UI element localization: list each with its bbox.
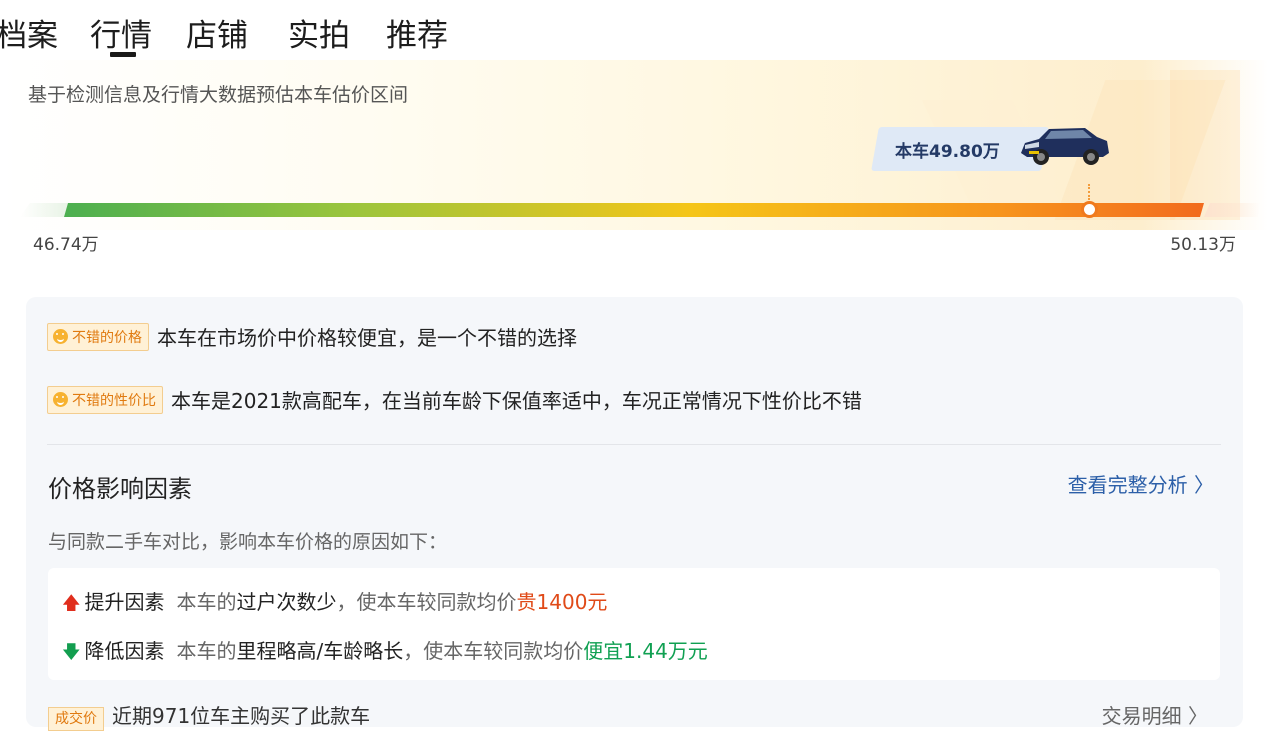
arrow-down-icon: 🡇 — [62, 642, 81, 663]
car-photo-icon — [1021, 128, 1109, 165]
deal-details-link[interactable]: 交易明细 〉 — [1102, 700, 1208, 729]
tab-archive[interactable]: 档案 — [0, 14, 58, 58]
factor-up-amount: 贵1400元 — [516, 590, 608, 614]
full-analysis-link[interactable]: 查看完整分析 〉 — [1068, 469, 1214, 498]
price-range-bar — [20, 201, 1260, 219]
factor-up-row: 🡅 提升因素 本车的过户次数少，使本车较同款均价贵1400元 — [62, 586, 607, 621]
max-price-label: 50.13万 — [1170, 235, 1236, 255]
good-price-desc: 本车在市场价中价格较便宜，是一个不错的选择 — [157, 326, 577, 350]
divider — [47, 444, 1221, 445]
factor-down-amount: 便宜1.44万元 — [583, 639, 708, 663]
tag-row-value: 不错的性价比 本车是2021款高配车，在当前车龄下保值率适中，车况正常情况下性价比… — [47, 385, 862, 414]
tab-photos[interactable]: 实拍 — [288, 14, 350, 58]
deal-price-tag: 成交价 — [48, 707, 104, 731]
good-value-desc: 本车是2021款高配车，在当前车龄下保值率适中，车况正常情况下性价比不错 — [171, 389, 862, 413]
factors-title: 价格影响因素 — [48, 475, 192, 503]
tab-recommend[interactable]: 推荐 — [386, 14, 448, 58]
factor-down-reason: 里程略高/车龄略长 — [236, 639, 404, 663]
deal-price-row: 成交价 近期971位车主购买了此款车 — [48, 700, 371, 731]
marker-connector — [1088, 184, 1092, 200]
factors-subtitle: 与同款二手车对比，影响本车价格的原因如下： — [48, 531, 448, 553]
hero-decoration — [1170, 70, 1240, 220]
factor-down-pre: 本车的 — [176, 639, 237, 663]
deal-price-text: 近期971位车主购买了此款车 — [112, 704, 371, 728]
factor-down-row: 🡇 降低因素 本车的里程略高/车龄略长，使本车较同款均价便宜1.44万元 — [62, 635, 708, 670]
factor-up-mid: ，使本车较同款均价 — [336, 590, 517, 614]
factor-down-mid: ，使本车较同款均价 — [403, 639, 584, 663]
factor-up-pre: 本车的 — [176, 590, 237, 614]
factor-up-reason: 过户次数少 — [236, 590, 337, 614]
current-price-label: 本车49.80万 — [895, 142, 1000, 162]
arrow-up-icon: 🡅 — [62, 593, 81, 614]
min-price-label: 46.74万 — [33, 235, 99, 255]
current-price-badge: 本车49.80万 — [871, 127, 1109, 171]
gradient-bar — [20, 203, 1260, 217]
price-range-subtitle: 基于检测信息及行情大数据预估本车估价区间 — [28, 84, 409, 106]
good-price-tag: 不错的价格 — [47, 322, 149, 351]
tag-row-price: 不错的价格 本车在市场价中价格较便宜，是一个不错的选择 — [47, 322, 577, 351]
factor-up-label: 提升因素 — [84, 590, 165, 614]
tab-store[interactable]: 店铺 — [186, 14, 248, 58]
factor-down-label: 降低因素 — [84, 639, 165, 663]
smile-icon — [53, 328, 68, 344]
active-tab-indicator — [110, 52, 136, 57]
smile-icon — [53, 391, 68, 407]
good-value-tag: 不错的性价比 — [47, 385, 163, 414]
factors-box: 🡅 提升因素 本车的过户次数少，使本车较同款均价贵1400元 🡇 降低因素 本车的里程略… — [48, 568, 1220, 680]
